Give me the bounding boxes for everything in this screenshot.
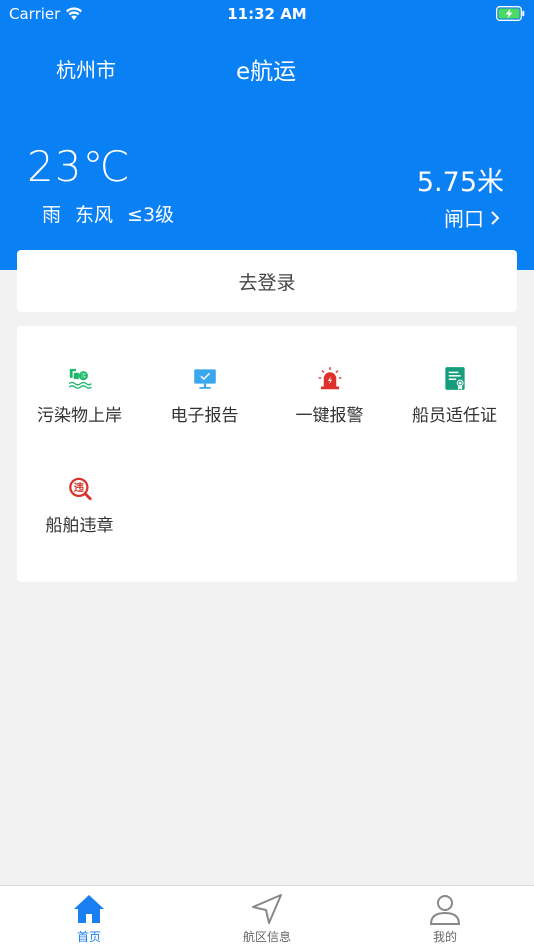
tab-label: 我的: [432, 930, 457, 944]
city-label[interactable]: 杭州市: [56, 54, 116, 83]
service-label: 船舶违章: [45, 516, 114, 536]
services-grid: 污 污染物上岸 电子报告 一键报警 船员适任证 违 船舶违章: [17, 326, 517, 582]
wind-direction: 东风: [75, 204, 114, 226]
login-button[interactable]: 去登录: [17, 250, 517, 312]
svg-text:污: 污: [80, 373, 85, 380]
tab-home[interactable]: 首页: [0, 886, 178, 950]
monitor-check-icon: [193, 369, 216, 389]
service-label: 一键报警: [295, 406, 364, 426]
navigation-arrow-icon: [252, 894, 282, 924]
violation-magnifier-icon: 违: [68, 477, 92, 501]
svg-text:违: 违: [73, 481, 84, 494]
temperature: 23℃: [27, 142, 131, 191]
header: Carrier 11:32 AM 杭州市 e航运 23℃ 雨 东风 ≤3级 5.…: [0, 0, 534, 270]
chevron-right-icon: [491, 210, 500, 225]
station-selector[interactable]: 闸口: [444, 203, 500, 232]
service-one-tap-alarm[interactable]: 一键报警: [267, 326, 392, 426]
login-label: 去登录: [238, 271, 296, 294]
certificate-icon: [444, 367, 465, 390]
tab-bar: 首页 航区信息 我的: [0, 885, 534, 950]
tab-mine[interactable]: 我的: [356, 886, 534, 950]
service-label: 电子报告: [170, 406, 239, 426]
user-icon: [429, 895, 461, 925]
app-title: e航运: [236, 59, 297, 85]
battery-charging-icon: [496, 6, 525, 21]
pollution-discharge-icon: 污: [68, 368, 92, 389]
service-pollution-discharge[interactable]: 污 污染物上岸: [17, 326, 142, 426]
home-icon: [74, 895, 104, 923]
service-crew-certificate[interactable]: 船员适任证: [392, 326, 517, 426]
weather-condition: 雨: [42, 204, 62, 226]
alarm-siren-icon: [318, 367, 341, 390]
tab-label: 首页: [76, 930, 101, 944]
tab-label: 航区信息: [242, 930, 291, 944]
wind-level: ≤3级: [127, 204, 175, 226]
service-vessel-violation[interactable]: 违 船舶违章: [17, 436, 142, 536]
service-label: 船员适任证: [412, 406, 497, 426]
service-electronic-report[interactable]: 电子报告: [142, 326, 267, 426]
station-label: 闸口: [444, 207, 484, 231]
tab-navigation-info[interactable]: 航区信息: [178, 886, 356, 950]
status-time: 11:32 AM: [227, 5, 307, 23]
service-label: 污染物上岸: [37, 406, 122, 426]
water-level: 5.75米: [416, 167, 504, 198]
status-bar: Carrier 11:32 AM: [0, 0, 534, 28]
weather-info: 雨 东风 ≤3级: [42, 200, 174, 227]
